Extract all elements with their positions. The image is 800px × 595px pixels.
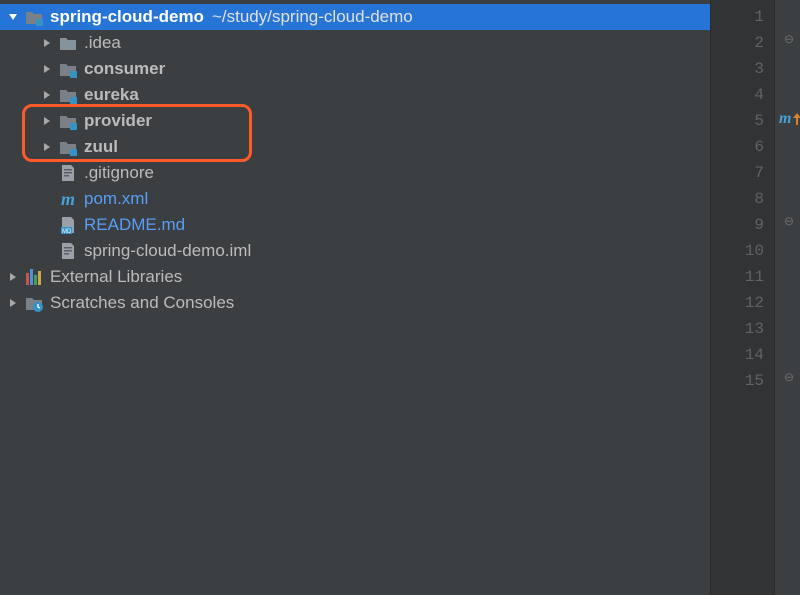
line-number: 9 xyxy=(711,212,764,238)
chevron-right-icon[interactable] xyxy=(40,88,54,102)
file-icon xyxy=(58,163,78,183)
line-number: 13 xyxy=(711,316,764,342)
tree-item-eureka[interactable]: eureka xyxy=(0,82,710,108)
tree-root[interactable]: spring-cloud-demo ~/study/spring-cloud-d… xyxy=(0,4,710,30)
line-number: 14 xyxy=(711,342,764,368)
editor-marker-strip: m ⊖ ⊖ ⊖ xyxy=(774,0,800,595)
line-number: 2 xyxy=(711,30,764,56)
tree-item-label: .gitignore xyxy=(84,163,154,183)
fold-mark-icon[interactable]: ⊖ xyxy=(784,32,794,46)
editor-gutter: 123456789101112131415 xyxy=(710,0,774,595)
tree-root-label: spring-cloud-demo xyxy=(50,7,204,27)
line-number: 4 xyxy=(711,82,764,108)
tree-item--idea[interactable]: .idea xyxy=(0,30,710,56)
file-icon xyxy=(58,241,78,261)
tree-root-path: ~/study/spring-cloud-demo xyxy=(212,7,413,27)
chevron-right-icon[interactable] xyxy=(6,296,20,310)
tree-item-label: consumer xyxy=(84,59,165,79)
chevron-right-icon[interactable] xyxy=(40,114,54,128)
project-folder-icon xyxy=(24,7,44,27)
scratches-icon xyxy=(24,293,44,313)
tree-item--gitignore[interactable]: .gitignore xyxy=(0,160,710,186)
line-number: 3 xyxy=(711,56,764,82)
line-number: 6 xyxy=(711,134,764,160)
maven-icon: m xyxy=(58,189,78,209)
module-icon xyxy=(58,137,78,157)
tree-item-provider[interactable]: provider xyxy=(0,108,710,134)
chevron-right-icon[interactable] xyxy=(40,140,54,154)
md-icon: MD xyxy=(58,215,78,235)
line-number: 5 xyxy=(711,108,764,134)
maven-marker-icon: m xyxy=(779,110,800,128)
line-number: 12 xyxy=(711,290,764,316)
chevron-right-icon[interactable] xyxy=(40,62,54,76)
line-number: 11 xyxy=(711,264,764,290)
tree-item-label: zuul xyxy=(84,137,118,157)
chevron-right-icon[interactable] xyxy=(6,270,20,284)
line-number: 10 xyxy=(711,238,764,264)
tree-item-label: eureka xyxy=(84,85,139,105)
tree-item-pom-xml[interactable]: m pom.xml xyxy=(0,186,710,212)
module-icon xyxy=(58,85,78,105)
tree-item-label: .idea xyxy=(84,33,121,53)
tree-item-spring-cloud-demo-iml[interactable]: spring-cloud-demo.iml xyxy=(0,238,710,264)
tree-item-label: pom.xml xyxy=(84,189,148,209)
fold-mark-icon[interactable]: ⊖ xyxy=(784,370,794,384)
scratches-and-consoles[interactable]: Scratches and Consoles xyxy=(0,290,710,316)
chevron-right-icon[interactable] xyxy=(40,36,54,50)
tree-item-label: spring-cloud-demo.iml xyxy=(84,241,251,261)
fold-mark-icon[interactable]: ⊖ xyxy=(784,214,794,228)
line-number: 7 xyxy=(711,160,764,186)
line-number: 15 xyxy=(711,368,764,394)
tree-item-consumer[interactable]: consumer xyxy=(0,56,710,82)
tree-item-zuul[interactable]: zuul xyxy=(0,134,710,160)
external-libraries-label: External Libraries xyxy=(50,267,182,287)
project-tree-panel: spring-cloud-demo ~/study/spring-cloud-d… xyxy=(0,0,710,595)
module-icon xyxy=(58,59,78,79)
tree-item-label: README.md xyxy=(84,215,185,235)
line-number: 1 xyxy=(711,4,764,30)
folder-grey-icon xyxy=(58,33,78,53)
scratches-label: Scratches and Consoles xyxy=(50,293,234,313)
svg-text:MD: MD xyxy=(62,229,72,235)
module-icon xyxy=(58,111,78,131)
tree-item-label: provider xyxy=(84,111,152,131)
external-libraries[interactable]: External Libraries xyxy=(0,264,710,290)
libraries-icon xyxy=(24,267,44,287)
chevron-down-icon[interactable] xyxy=(6,10,20,24)
tree-item-README-md[interactable]: MD README.md xyxy=(0,212,710,238)
line-number: 8 xyxy=(711,186,764,212)
